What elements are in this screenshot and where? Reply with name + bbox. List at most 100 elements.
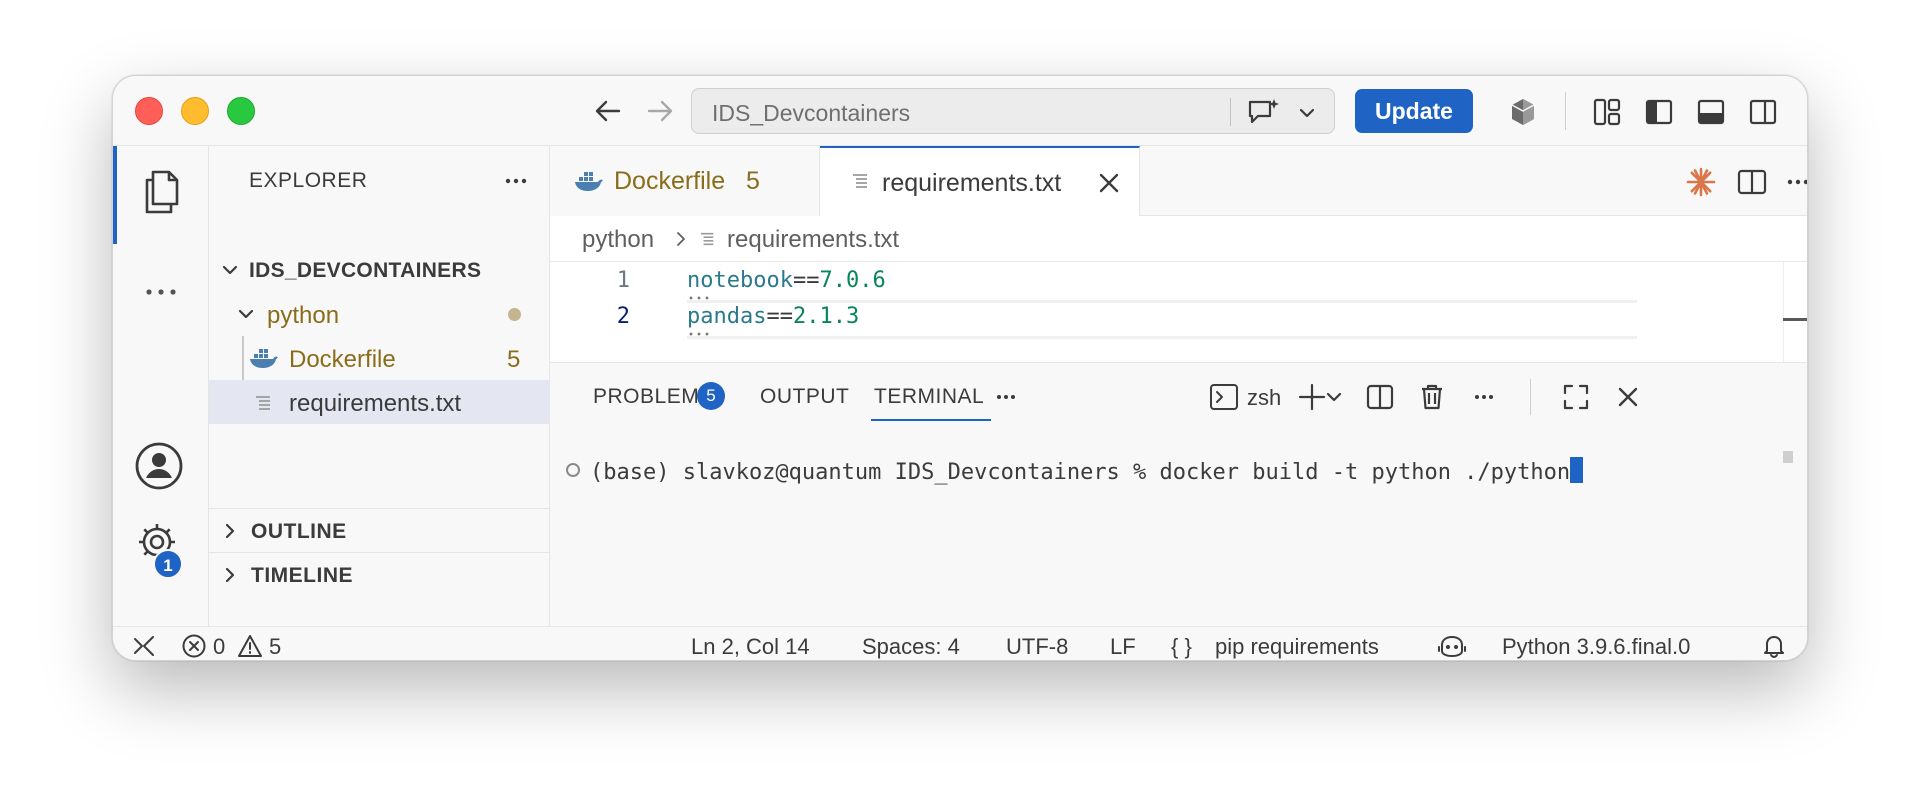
bell-icon[interactable] bbox=[1761, 633, 1787, 659]
tree-folder-python[interactable]: python bbox=[209, 292, 550, 336]
toggle-panel-icon[interactable] bbox=[1695, 96, 1727, 128]
file-label: Dockerfile bbox=[289, 346, 396, 373]
copilot-chat-icon[interactable] bbox=[1246, 97, 1282, 127]
split-editor-icon[interactable] bbox=[1736, 166, 1768, 198]
text-file-icon bbox=[700, 232, 714, 246]
more-views-icon[interactable] bbox=[135, 266, 187, 318]
chevron-down-icon bbox=[222, 265, 238, 275]
ellipsis-icon[interactable] bbox=[1787, 166, 1808, 198]
problem-count-badge: 5 bbox=[507, 346, 521, 373]
title-bar: IDS_Devcontainers Update bbox=[113, 76, 1807, 146]
root-folder-label: IDS_DEVCONTAINERS bbox=[249, 259, 482, 282]
warning-count[interactable]: 5 bbox=[269, 634, 281, 660]
tab-problems[interactable]: PROBLEMS bbox=[593, 385, 714, 409]
accounts-cube-icon[interactable] bbox=[1507, 96, 1539, 128]
cursor-position[interactable]: Ln 2, Col 14 bbox=[691, 634, 810, 660]
copilot-icon[interactable] bbox=[1436, 633, 1468, 659]
chevron-right-icon bbox=[677, 232, 685, 246]
inline-hint-bar bbox=[687, 336, 1637, 339]
ellipsis-icon[interactable] bbox=[499, 164, 533, 198]
folder-label: python bbox=[267, 302, 340, 329]
terminal-scrollbar[interactable] bbox=[1783, 451, 1793, 463]
code-line[interactable]: notebook==7.0.6 bbox=[687, 268, 886, 293]
arrow-right-icon[interactable] bbox=[645, 96, 675, 126]
line-number: 1 bbox=[616, 268, 630, 293]
end-of-line[interactable]: LF bbox=[1110, 634, 1136, 660]
tree-root-folder[interactable]: IDS_DEVCONTAINERS bbox=[209, 248, 550, 292]
zoom-window-button[interactable] bbox=[227, 97, 255, 125]
warning-icon[interactable] bbox=[237, 633, 263, 659]
package-name: notebook bbox=[687, 268, 793, 293]
indentation[interactable]: Spaces: 4 bbox=[862, 634, 960, 660]
tree-file-requirements[interactable]: requirements.txt bbox=[209, 380, 550, 424]
settings-update-badge: 1 bbox=[153, 549, 183, 579]
terminal-view[interactable]: (base) slavkoz@quantum IDS_Devcontainers… bbox=[550, 443, 1807, 553]
scrollbar-cursor-marker bbox=[1783, 318, 1807, 321]
breadcrumb-file[interactable]: requirements.txt bbox=[727, 226, 899, 254]
editor-tab-bar: Dockerfile 5 requirements.txt bbox=[550, 146, 1808, 217]
terminal-line: (base) slavkoz@quantum IDS_Devcontainers… bbox=[590, 457, 1584, 485]
language-braces[interactable]: { } bbox=[1171, 634, 1192, 660]
copilot-spark-icon[interactable] bbox=[1685, 166, 1717, 198]
breadcrumb-folder[interactable]: python bbox=[582, 226, 654, 254]
customize-layout-icon[interactable] bbox=[1591, 96, 1623, 128]
modified-dot bbox=[508, 308, 521, 321]
command-status-dot bbox=[566, 463, 580, 477]
code-line[interactable]: pandas==2.1.3 bbox=[687, 304, 859, 329]
chevron-down-icon[interactable] bbox=[1324, 381, 1344, 413]
split-terminal-icon[interactable] bbox=[1364, 381, 1396, 413]
tab-dockerfile[interactable]: Dockerfile 5 bbox=[550, 146, 820, 216]
outline-section[interactable]: OUTLINE bbox=[209, 508, 550, 552]
shell-name[interactable]: zsh bbox=[1247, 385, 1281, 411]
close-icon[interactable] bbox=[1098, 172, 1120, 194]
python-interpreter[interactable]: Python 3.9.6.final.0 bbox=[1502, 634, 1690, 660]
text-file-icon bbox=[853, 174, 867, 188]
command-center[interactable]: IDS_Devcontainers bbox=[691, 88, 1335, 134]
timeline-section[interactable]: TIMELINE bbox=[209, 552, 550, 596]
terminal-icon bbox=[1210, 384, 1238, 410]
arrow-left-icon[interactable] bbox=[593, 96, 623, 126]
tab-output[interactable]: OUTPUT bbox=[760, 385, 849, 409]
title-bar-separator bbox=[1565, 92, 1566, 130]
explorer-sidebar: EXPLORER IDS_DEVCONTAINERS python Docker… bbox=[209, 146, 550, 626]
error-icon[interactable] bbox=[181, 633, 207, 659]
tab-requirements[interactable]: requirements.txt bbox=[820, 146, 1140, 217]
close-window-button[interactable] bbox=[135, 97, 163, 125]
account-icon[interactable] bbox=[133, 440, 185, 492]
chevron-down-icon[interactable] bbox=[1296, 102, 1318, 124]
maximize-panel-icon[interactable] bbox=[1560, 381, 1592, 413]
error-count[interactable]: 0 bbox=[213, 634, 225, 660]
tree-file-dockerfile[interactable]: Dockerfile 5 bbox=[209, 336, 550, 380]
tab-terminal[interactable]: TERMINAL bbox=[874, 385, 984, 409]
ellipsis-icon[interactable] bbox=[1468, 381, 1500, 413]
package-name: pandas bbox=[687, 304, 767, 329]
remote-indicator-icon[interactable] bbox=[131, 633, 157, 659]
language-mode[interactable]: pip requirements bbox=[1215, 634, 1379, 660]
minimize-window-button[interactable] bbox=[181, 97, 209, 125]
file-label: requirements.txt bbox=[289, 390, 462, 417]
package-version: 7.0.6 bbox=[819, 268, 886, 293]
status-bar: 0 5 Ln 2, Col 14 Spaces: 4 UTF-8 LF { } … bbox=[113, 626, 1807, 660]
tab-problem-badge: 5 bbox=[746, 167, 760, 195]
inline-hint-bar bbox=[687, 300, 1637, 303]
file-encoding[interactable]: UTF-8 bbox=[1006, 634, 1068, 660]
package-version: 2.1.3 bbox=[792, 304, 860, 329]
tab-label: Dockerfile bbox=[614, 167, 726, 195]
close-icon[interactable] bbox=[1612, 381, 1644, 413]
chevron-right-icon bbox=[225, 523, 235, 539]
chevron-down-icon bbox=[238, 309, 254, 319]
docker-icon bbox=[575, 172, 603, 191]
files-icon[interactable] bbox=[135, 166, 187, 218]
ellipsis-icon[interactable] bbox=[990, 381, 1022, 413]
tab-label: requirements.txt bbox=[882, 169, 1062, 197]
toggle-secondary-sidebar-icon[interactable] bbox=[1747, 96, 1779, 128]
operator: == bbox=[766, 304, 793, 329]
update-button[interactable]: Update bbox=[1355, 89, 1473, 133]
bottom-panel: PROBLEMS 5 OUTPUT TERMINAL zsh (base) sl… bbox=[550, 362, 1807, 626]
operator: == bbox=[792, 268, 820, 293]
trash-icon[interactable] bbox=[1416, 381, 1448, 413]
toggle-primary-sidebar-icon[interactable] bbox=[1643, 96, 1675, 128]
outline-label: OUTLINE bbox=[251, 520, 347, 543]
panel-separator bbox=[1530, 379, 1531, 415]
line-number: 2 bbox=[616, 304, 630, 329]
